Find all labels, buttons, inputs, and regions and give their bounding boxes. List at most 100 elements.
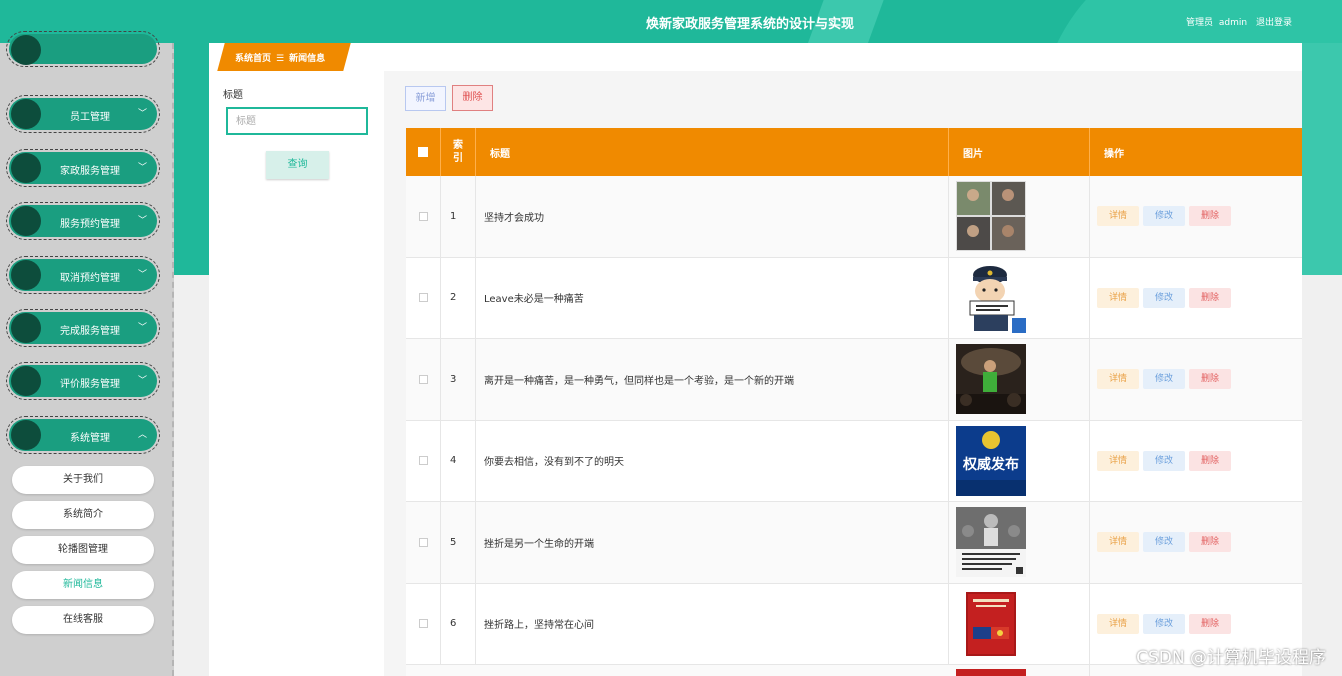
row-delete-button[interactable]: 删除 xyxy=(1189,450,1231,471)
sidebar-item-label: 家政服务管理 xyxy=(60,166,120,177)
row-delete-button[interactable]: 删除 xyxy=(1189,369,1231,390)
column-header-image: 图片 xyxy=(949,128,1090,176)
csdn-watermark: CSDN @计算机毕设程序 xyxy=(1136,648,1326,668)
news-thumbnail-police-cartoon xyxy=(956,262,1026,333)
detail-button[interactable]: 详情 xyxy=(1097,450,1139,471)
row-checkbox[interactable] xyxy=(418,537,428,547)
site-title: 焕新家政服务管理系统的设计与实现 xyxy=(645,17,854,32)
menu-dot-icon xyxy=(11,99,41,129)
sidebar-subitem-intro[interactable]: 系统简介 xyxy=(12,501,154,529)
table-row: 4 你要去相信，没有到不了的明天 权威发布 详情 修改 删除 xyxy=(406,420,1302,502)
row-title: Leave未必是一种痛苦 xyxy=(476,257,949,338)
detail-button[interactable]: 详情 xyxy=(1097,206,1139,227)
add-button[interactable]: 新增 xyxy=(405,86,446,111)
row-delete-button[interactable]: 删除 xyxy=(1189,613,1231,634)
edit-button[interactable]: 修改 xyxy=(1143,450,1185,471)
news-thumbnail-partial xyxy=(956,669,1026,676)
user-role: 管理员 xyxy=(1186,18,1214,28)
sidebar-subitem-carousel[interactable]: 轮播图管理 xyxy=(12,536,154,564)
sidebar-item-booking[interactable]: 服务预约管理 ﹀ xyxy=(6,202,160,240)
row-title: 离开是一种痛苦，是一种勇气，但同样也是一个考验，是一个新的开端 xyxy=(476,339,949,420)
row-title: 你要去相信，没有到不了的明天 xyxy=(476,420,949,501)
sidebar-item-reviews[interactable]: 评价服务管理 ﹀ xyxy=(6,362,160,400)
detail-button[interactable]: 详情 xyxy=(1097,369,1139,390)
column-header-ops-label: 操作 xyxy=(1104,148,1124,160)
menu-icon: ☰ xyxy=(276,54,285,64)
chevron-down-icon: ﹀ xyxy=(137,323,147,333)
menu-dot-icon xyxy=(11,366,41,396)
edit-button[interactable]: 修改 xyxy=(1143,287,1185,308)
sidebar-item-label: 完成服务管理 xyxy=(60,326,120,337)
row-index: 2 xyxy=(441,257,476,338)
chevron-down-icon: ﹀ xyxy=(137,163,147,173)
sidebar-item-completed[interactable]: 完成服务管理 ﹀ xyxy=(6,309,160,347)
row-delete-button[interactable]: 删除 xyxy=(1189,287,1231,308)
row-index: 5 xyxy=(441,502,476,583)
sidebar-item-label: 员工管理 xyxy=(70,112,110,123)
search-label: 标题 xyxy=(223,90,243,101)
delete-button[interactable]: 删除 xyxy=(452,85,493,111)
sidebar-subitem-service[interactable]: 在线客服 xyxy=(12,606,154,634)
menu-dot-icon xyxy=(11,260,41,290)
logout-link[interactable]: 退出登录 xyxy=(1256,18,1292,28)
thumbnail-text: 权威发布 xyxy=(962,456,1019,473)
sidebar-subitem-news[interactable]: 新闻信息 xyxy=(12,571,154,599)
search-panel: 标题 查询 xyxy=(209,71,384,676)
edit-button[interactable]: 修改 xyxy=(1143,206,1185,227)
row-title: 坚持才会成功 xyxy=(476,176,949,257)
row-checkbox[interactable] xyxy=(418,293,428,303)
sidebar-item-label: 取消预约管理 xyxy=(60,273,120,284)
table-row: 2 Leave未必是一种痛苦 详情 修改 删除 xyxy=(406,257,1302,339)
news-table: 索引 标题 图片 操作 1 坚持才会成功 详情 修改 删除 2 Leave未必是… xyxy=(406,128,1302,676)
edit-button[interactable]: 修改 xyxy=(1143,532,1185,553)
sidebar-item-housekeeping[interactable]: 家政服务管理 ﹀ xyxy=(6,149,160,187)
select-all-checkbox[interactable] xyxy=(418,147,428,157)
sidebar-item-label: 服务预约管理 xyxy=(60,219,120,230)
row-index: 3 xyxy=(441,339,476,420)
query-button[interactable]: 查询 xyxy=(266,151,329,179)
column-header-title-label: 标题 xyxy=(490,148,510,160)
menu-dot-icon xyxy=(11,153,41,183)
sidebar-item-cancel-booking[interactable]: 取消预约管理 ﹀ xyxy=(6,256,160,294)
row-index: 4 xyxy=(441,420,476,501)
detail-button[interactable]: 详情 xyxy=(1097,532,1139,553)
detail-button[interactable]: 详情 xyxy=(1097,613,1139,634)
news-thumbnail-authority-release: 权威发布 xyxy=(956,425,1026,496)
row-index: 6 xyxy=(441,583,476,664)
chevron-down-icon: ﹀ xyxy=(137,216,147,226)
chevron-up-icon: ︿ xyxy=(137,430,147,440)
row-checkbox[interactable] xyxy=(418,619,428,629)
detail-button[interactable]: 详情 xyxy=(1097,287,1139,308)
chevron-down-icon: ﹀ xyxy=(137,109,147,119)
breadcrumb: 系统首页 ☰ 新闻信息 xyxy=(209,43,1302,71)
title-search-input[interactable] xyxy=(226,107,368,135)
row-delete-button[interactable]: 删除 xyxy=(1189,532,1231,553)
column-header-title: 标题 xyxy=(476,128,949,176)
chevron-down-icon: ﹀ xyxy=(137,376,147,386)
row-checkbox[interactable] xyxy=(418,456,428,466)
column-header-index-label: 索引 xyxy=(453,140,463,164)
username: admin xyxy=(1218,18,1248,28)
column-header-image-label: 图片 xyxy=(963,148,983,160)
edit-button[interactable]: 修改 xyxy=(1143,369,1185,390)
sidebar-item-label: 评价服务管理 xyxy=(60,379,120,390)
edit-button[interactable]: 修改 xyxy=(1143,613,1185,634)
top-header: 焕新家政服务管理系统的设计与实现 管理员 admin 退出登录 xyxy=(0,0,1342,43)
sidebar-item-partial[interactable] xyxy=(6,31,160,67)
select-all-cell xyxy=(406,128,441,176)
news-thumbnail-photo-collage xyxy=(956,181,1026,252)
menu-dot-icon xyxy=(11,206,41,236)
sidebar-item-system[interactable]: 系统管理 ︿ xyxy=(6,416,160,454)
row-title: 挫折路上，坚持常在心间 xyxy=(476,583,949,664)
sidebar-item-staff[interactable]: 员工管理 ﹀ xyxy=(6,95,160,133)
row-checkbox[interactable] xyxy=(418,374,428,384)
row-checkbox[interactable] xyxy=(418,211,428,221)
menu-dot-icon xyxy=(11,313,41,343)
breadcrumb-home[interactable]: 系统首页 xyxy=(235,54,271,64)
news-thumbnail-book-cover xyxy=(956,588,1026,659)
sidebar-subitem-about[interactable]: 关于我们 xyxy=(12,466,154,494)
main-panel: 系统首页 ☰ 新闻信息 标题 查询 新增 删除 索引 标题 图片 操作 xyxy=(209,43,1302,676)
chevron-down-icon: ﹀ xyxy=(137,270,147,280)
row-delete-button[interactable]: 删除 xyxy=(1189,206,1231,227)
menu-dot-icon xyxy=(11,420,41,450)
